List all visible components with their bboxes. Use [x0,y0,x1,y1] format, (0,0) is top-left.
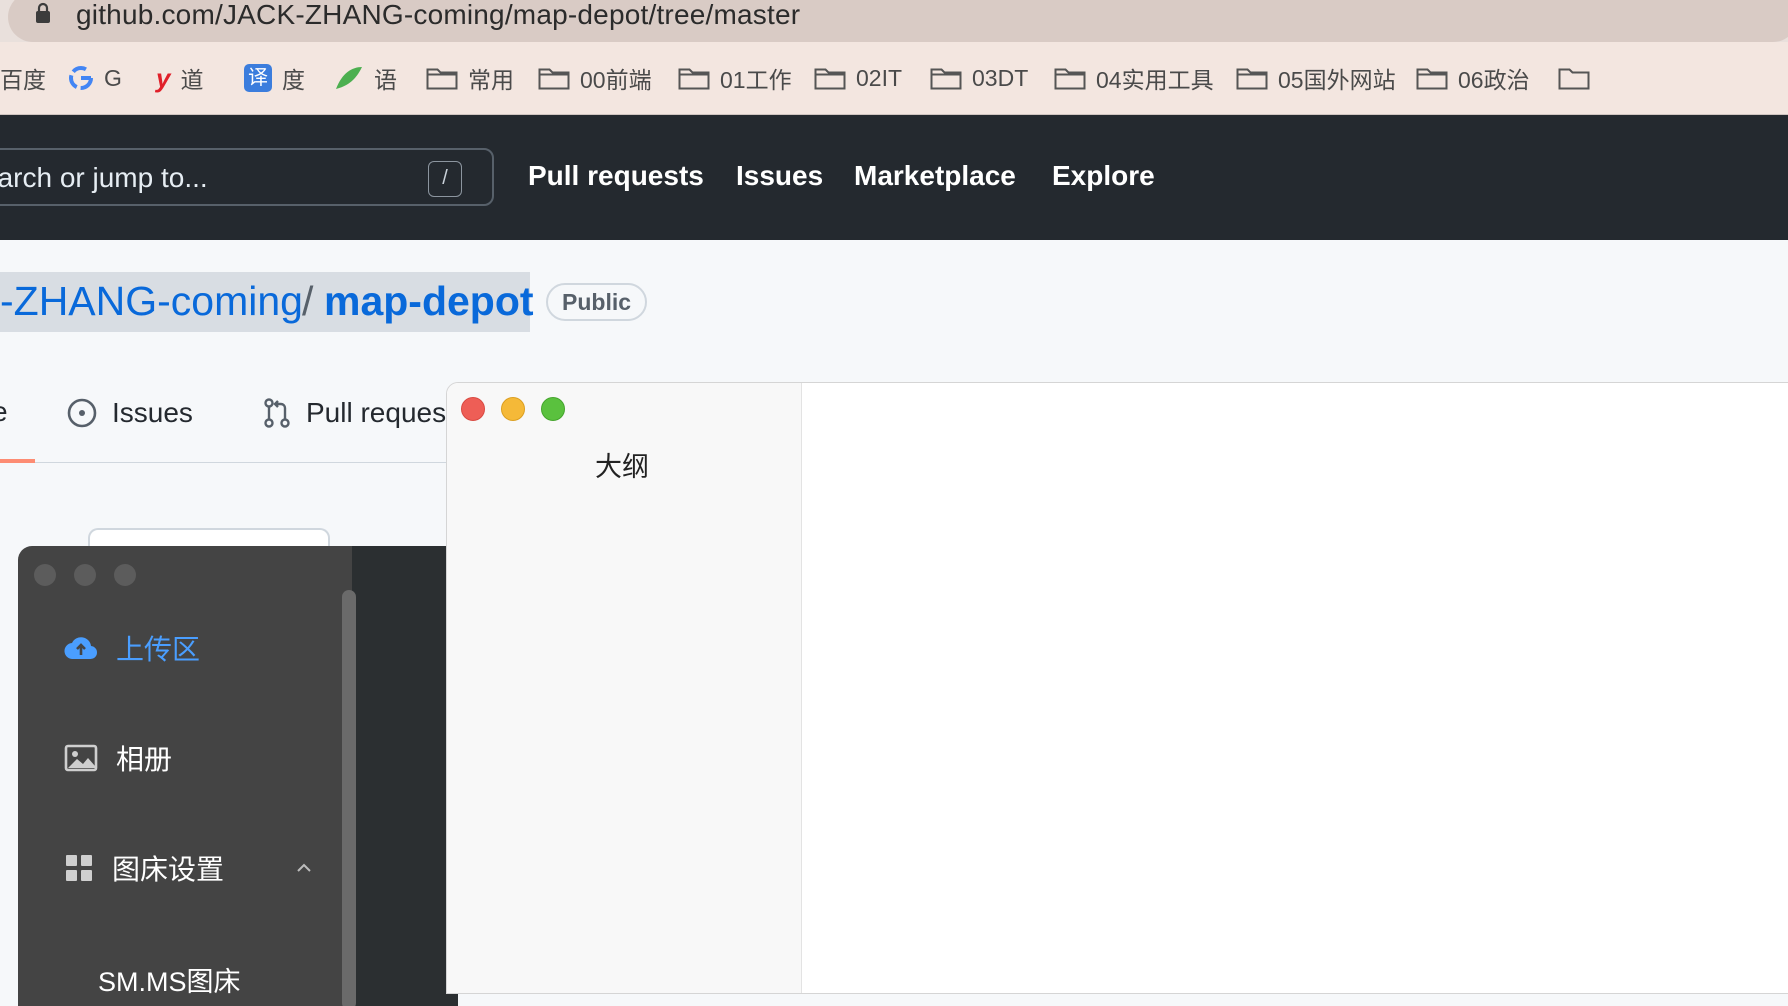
tabs-divider [0,462,450,463]
window-zoom-button[interactable] [541,397,565,421]
nav-explore[interactable]: Explore [1052,160,1155,192]
grid-icon [66,855,92,881]
scrollbar[interactable] [342,590,356,1006]
bookmark-label: 02IT [856,64,903,91]
submenu-smms[interactable]: SM.MS图床 [98,960,241,999]
window-zoom-button[interactable] [114,564,136,586]
bookmark-label: 04实用工具 [1096,67,1214,93]
folder-icon [1558,68,1590,90]
folder-icon [426,68,458,90]
bookmark-folder[interactable]: 06政治 [1416,42,1530,114]
bookmark-folder[interactable]: 01工作 [678,42,792,114]
window-minimize-button[interactable] [74,564,96,586]
cloud-upload-icon [64,637,98,660]
bookmark-label: 度 [282,67,305,93]
chevron-up-icon[interactable] [296,860,312,876]
nav-pull-requests[interactable]: Pull requests [528,160,704,192]
bookmark-label: 06政治 [1458,67,1530,93]
window-minimize-button[interactable] [501,397,525,421]
bookmark-label: 01工作 [720,67,792,93]
active-tab-indicator [0,459,35,463]
bookmark-folder[interactable]: 05国外网站 [1236,42,1396,114]
github-header: earch or jump to... / Pull requests Issu… [0,115,1788,240]
bookmark-folder[interactable]: 02IT [814,42,902,114]
nav-marketplace[interactable]: Marketplace [854,160,1016,192]
bird-icon [336,67,362,89]
folder-icon [538,68,570,90]
menu-label: 图床设置 [112,854,225,885]
repo-owner-link[interactable]: -ZHANG-coming [0,278,303,325]
search-placeholder: earch or jump to... [0,162,208,193]
outline-title: 大纲 [595,452,649,482]
bookmark-label: 常用 [468,67,514,93]
bookmark-youdao[interactable]: y 道 [156,42,203,114]
bookmark-label: G [104,64,122,91]
bookmark-label: 05国外网站 [1278,67,1396,93]
menu-label: 上传区 [116,634,201,665]
tab-code-partial[interactable]: e [0,396,8,428]
image-icon [64,744,98,772]
bookmarks-bar: 百度 G y 道 译 度 语 常用 00前端 01工作 02IT 03DT 04… [0,42,1788,115]
bookmark-folder[interactable]: 03DT [930,42,1028,114]
bookmark-label: 道 [180,67,204,93]
tab-label: Pull reques [306,397,447,428]
window-close-button[interactable] [461,397,485,421]
url-text[interactable]: github.com/JACK-ZHANG-coming/map-depot/t… [76,0,800,31]
picgo-content-area [352,546,458,1006]
menu-gallery[interactable]: 相册 [64,738,172,778]
editor-area[interactable] [802,383,1788,993]
bookmark-bird[interactable]: 语 [334,42,397,114]
translate-icon: 译 [244,64,272,92]
youdao-icon: y [156,62,171,93]
outline-window: 大纲 [446,382,1788,994]
repo-separator: / [302,278,314,324]
bookmark-label: 00前端 [580,67,652,93]
issue-icon [67,398,97,428]
menu-picbed-settings[interactable]: 图床设置 [64,848,224,888]
folder-icon [814,68,846,90]
folder-icon [1416,68,1448,90]
bookmark-baidu[interactable]: 百度 [0,42,46,114]
search-input[interactable]: earch or jump to... / [0,148,494,206]
tab-label: Issues [112,397,193,428]
nav-issues[interactable]: Issues [736,160,823,192]
bookmark-label: 03DT [972,64,1029,91]
lock-icon [36,2,50,23]
bookmark-translate[interactable]: 译 度 [244,42,305,114]
repo-name-link[interactable]: map-depot [324,278,534,325]
visibility-badge: Public [546,283,648,321]
bookmark-label: 语 [374,67,397,93]
google-icon [69,66,93,90]
tab-issues[interactable]: Issues [66,393,193,433]
menu-upload[interactable]: 上传区 [64,628,200,668]
bookmark-folder-overflow[interactable] [1558,42,1590,114]
folder-icon [930,68,962,90]
bookmark-label: 百度 [0,67,46,93]
tab-pull-requests[interactable]: Pull reques [262,393,446,433]
search-shortcut-key: / [428,161,462,197]
browser-url-bar: github.com/JACK-ZHANG-coming/map-depot/t… [0,0,1788,42]
bookmark-folder[interactable]: 04实用工具 [1054,42,1214,114]
bookmark-google[interactable]: G [68,42,122,114]
outline-sidebar: 大纲 [447,383,802,993]
window-close-button[interactable] [34,564,56,586]
folder-icon [1054,68,1086,90]
menu-label: 相册 [116,744,173,775]
bookmark-folder[interactable]: 常用 [426,42,514,114]
folder-icon [678,68,710,90]
pull-request-icon [264,398,290,428]
folder-icon [1236,68,1268,90]
bookmark-folder[interactable]: 00前端 [538,42,652,114]
picgo-window: 上传区 相册 图床设置 SM.MS图床 [18,546,458,1006]
